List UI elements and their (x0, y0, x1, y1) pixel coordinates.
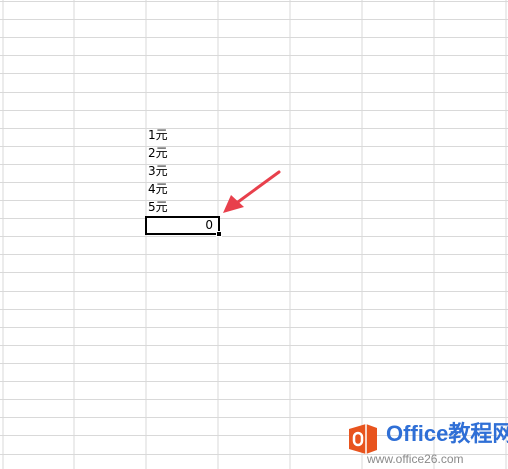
selected-cell-value: 0 (205, 218, 213, 232)
watermark-url: www.office26.com (367, 452, 464, 466)
gridlines (0, 0, 508, 469)
watermark: Office教程网 www.office26.com (345, 419, 508, 469)
cell-value[interactable]: 1元 (146, 126, 218, 144)
spreadsheet-grid[interactable]: 1元 2元 3元 4元 5元 0 (0, 0, 508, 469)
cell-value[interactable]: 3元 (146, 162, 218, 180)
cell-value[interactable]: 2元 (146, 144, 218, 162)
cell-value[interactable]: 5元 (146, 198, 218, 216)
selected-cell[interactable]: 0 (145, 216, 222, 237)
cell-value[interactable]: 4元 (146, 180, 218, 198)
watermark-brand: Office教程网 (386, 421, 508, 446)
fill-handle[interactable] (216, 231, 222, 237)
